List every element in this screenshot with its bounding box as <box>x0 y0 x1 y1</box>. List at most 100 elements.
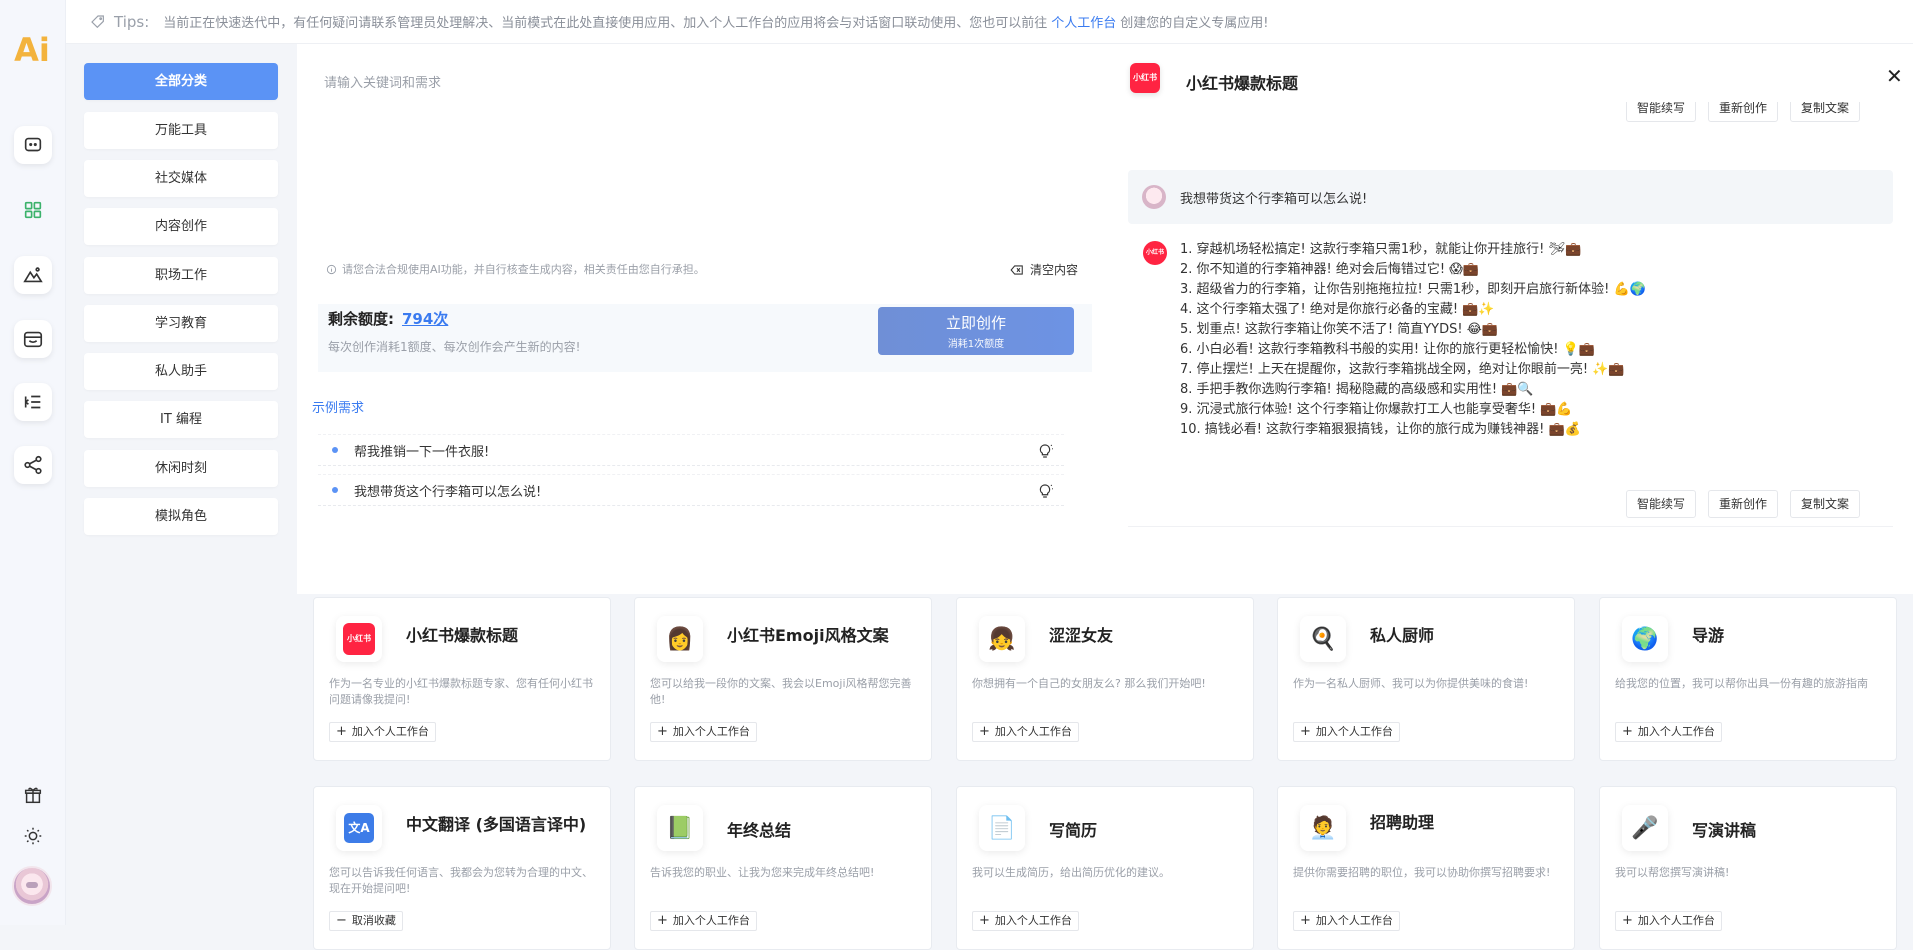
reply-line: 10. 搞钱必看! 这款行李箱狠狠搞钱，让你的旅行成为赚钱神器! 💼💰 <box>1180 422 1581 437</box>
reply-line: 5. 划重点! 这款行李箱让你笑不活了! 简直YYDS! 😂💼 <box>1180 322 1499 337</box>
add-to-workspace-button[interactable]: + 加入个人工作台 <box>1293 722 1400 742</box>
share-icon[interactable] <box>14 446 52 484</box>
app-card-title: 小红书爆款标题 <box>406 626 519 645</box>
previous-message-actions: 智能续写 重新创作 复制文案 <box>1626 102 1861 122</box>
add-to-workspace-button[interactable]: + 加入个人工作台 <box>1615 911 1722 931</box>
add-to-workspace-button[interactable]: + 加入个人工作台 <box>972 722 1079 742</box>
app-card-desc: 提供你需要招聘的职位，我可以协助你撰写招聘要求! <box>1293 866 1551 879</box>
left-rail: Ai <box>0 0 66 925</box>
assistant-avatar: 小红书 <box>1143 241 1167 265</box>
tips-text-after: 创建您的自定义专属应用! <box>1120 16 1269 31</box>
xiaohongshu-app-icon: 小红书 <box>1130 63 1160 93</box>
continue-writing-button-prev[interactable]: 智能续写 <box>1626 102 1697 122</box>
image-mountain-icon[interactable] <box>14 256 52 294</box>
assistant-reply: 1. 穿越机场轻松搞定! 这款行李箱只需1秒，就能让你开挂旅行! 🛩💼 2. 你… <box>1180 240 1646 440</box>
reply-line: 9. 沉浸式旅行体验! 这个行李箱让你爆款打工人也能享受奢华! 💼💪 <box>1180 402 1573 417</box>
chat-title: 小红书爆款标题 <box>1186 74 1299 93</box>
category-item[interactable]: 学习教育 <box>84 305 278 342</box>
app-card-desc: 作为一名专业的小红书爆款标题专家、您有任何小红书问题请像我提问! <box>329 677 593 706</box>
category-item[interactable]: IT 编程 <box>84 401 278 438</box>
reply-line: 6. 小白必看! 这款行李箱教科书般的实用! 让你的旅行更轻松愉快! 💡💼 <box>1180 342 1595 357</box>
user-avatar[interactable] <box>12 866 52 906</box>
continue-writing-button[interactable]: 智能续写 <box>1626 490 1697 518</box>
user-message-avatar <box>1142 185 1166 209</box>
app-card-desc: 你想拥有一个自己的女朋友么? 那么我们开始吧! <box>972 677 1206 690</box>
disclaimer: 请您合法合规使用AI功能，并自行核查生成内容，相关责任由您自行承担。 <box>326 261 705 277</box>
user-message: 我想带货这个行李箱可以怎么说! <box>1128 170 1893 224</box>
app-card-desc: 我可以生成简历，给出简历优化的建议。 <box>972 866 1170 879</box>
recruiter-icon: 🧑‍💼 <box>1300 805 1346 851</box>
app-card[interactable]: 🍳 私人厨师 作为一名私人厨师、我可以为你提供美味的食谱! + 加入个人工作台 <box>1277 597 1575 761</box>
globe-icon: 🌍 <box>1622 616 1668 662</box>
app-card-title: 中文翻译 (多国语言译中) <box>406 815 587 834</box>
app-card[interactable]: 📄 写简历 我可以生成简历，给出简历优化的建议。 + 加入个人工作台 <box>956 786 1254 950</box>
category-item[interactable]: 职场工作 <box>84 257 278 294</box>
user-message-text: 我想带货这个行李箱可以怎么说! <box>1180 192 1368 207</box>
quota-value[interactable]: 794次 <box>402 310 448 328</box>
app-card[interactable]: 🎤 写演讲稿 我可以帮您撰写演讲稿! + 加入个人工作台 <box>1599 786 1897 950</box>
add-to-workspace-button[interactable]: + 加入个人工作台 <box>650 911 757 931</box>
app-card-title: 招聘助理 <box>1370 813 1435 832</box>
category-item[interactable]: 内容创作 <box>84 208 278 245</box>
year-summary-icon: 📗 <box>657 805 703 851</box>
chat-icon[interactable] <box>14 126 52 164</box>
app-card-desc: 作为一名私人厨师、我可以为你提供美味的食谱! <box>1293 677 1529 690</box>
lightbulb-icon[interactable] <box>1036 482 1054 500</box>
wallet-icon[interactable] <box>14 320 52 358</box>
remove-favorite-button[interactable]: − 取消收藏 <box>329 911 403 931</box>
category-item[interactable]: 休闲时刻 <box>84 450 278 487</box>
xiaohongshu-icon: 小红书 <box>336 616 382 662</box>
add-to-workspace-button[interactable]: + 加入个人工作台 <box>1293 911 1400 931</box>
app-card-title: 涩涩女友 <box>1049 626 1114 645</box>
tips-bar: Tips: 当前正在快速迭代中，有任何疑问请联系管理员处理解决、当前模式在此处直… <box>66 0 1913 44</box>
app-card[interactable]: 👩 小红书Emoji风格文案 您可以给我一段你的文案、我会以Emoji风格帮您完… <box>634 597 932 761</box>
app-card-title: 私人厨师 <box>1370 626 1435 645</box>
reply-line: 7. 停止摆烂! 上天在提醒你，这款行李箱挑战全网，绝对让你眼前一亮! ✨💼 <box>1180 362 1625 377</box>
close-icon[interactable]: ✕ <box>1886 66 1903 86</box>
category-item[interactable]: 社交媒体 <box>84 160 278 197</box>
prompt-input[interactable]: 请输入关键词和需求 <box>324 72 441 91</box>
category-item[interactable]: 万能工具 <box>84 112 278 149</box>
copy-text-button-prev[interactable]: 复制文案 <box>1790 102 1861 122</box>
app-card-desc: 告诉我您的职业、让我为您来完成年终总结吧! <box>650 866 875 879</box>
app-card-title: 写简历 <box>1049 821 1098 840</box>
add-to-workspace-button[interactable]: + 加入个人工作台 <box>329 722 436 742</box>
divider <box>1128 526 1893 527</box>
app-card[interactable]: 🧑‍💼 招聘助理 提供你需要招聘的职位，我可以协助你撰写招聘要求! + 加入个人工… <box>1277 786 1575 950</box>
list-indent-icon[interactable] <box>14 383 52 421</box>
personal-workspace-link[interactable]: 个人工作台 <box>1051 12 1116 31</box>
chef-icon: 🍳 <box>1300 616 1346 662</box>
add-to-workspace-button[interactable]: + 加入个人工作台 <box>972 911 1079 931</box>
gift-icon[interactable] <box>14 776 52 814</box>
theme-sun-icon[interactable] <box>14 817 52 855</box>
reply-line: 4. 这个行李箱太强了! 绝对是你旅行必备的宝藏! 💼✨ <box>1180 302 1495 317</box>
app-card[interactable]: 🌍 导游 给我您的位置，我可以帮你出具一份有趣的旅游指南 + 加入个人工作台 <box>1599 597 1897 761</box>
add-to-workspace-button[interactable]: + 加入个人工作台 <box>1615 722 1722 742</box>
regenerate-button[interactable]: 重新创作 <box>1708 490 1779 518</box>
category-item[interactable]: 模拟角色 <box>84 498 278 535</box>
lightbulb-icon[interactable] <box>1036 442 1054 460</box>
tips-text: 当前正在快速迭代中，有任何疑问请联系管理员处理解决、当前模式在此处直接使用应用、… <box>163 16 1048 31</box>
backspace-icon <box>1010 264 1023 275</box>
quota-note: 每次创作消耗1额度、每次创作会产生新的内容! <box>328 340 581 354</box>
app-card-title: 小红书Emoji风格文案 <box>727 626 889 645</box>
tag-icon <box>91 14 104 28</box>
copy-text-button[interactable]: 复制文案 <box>1790 490 1861 518</box>
example-item[interactable]: 我想带货这个行李箱可以怎么说! <box>318 474 1064 506</box>
quota-label: 剩余额度: 794次 <box>328 310 449 328</box>
app-card[interactable]: 👧 涩涩女友 你想拥有一个自己的女朋友么? 那么我们开始吧! + 加入个人工作台 <box>956 597 1254 761</box>
regenerate-button-prev[interactable]: 重新创作 <box>1708 102 1779 122</box>
app-card[interactable]: 文A 中文翻译 (多国语言译中) 您可以告诉我任何语言、我都会为您转为合理的中文… <box>313 786 611 950</box>
clear-content-button[interactable]: 清空内容 <box>1010 261 1078 278</box>
app-card-desc: 您可以给我一段你的文案、我会以Emoji风格帮您完善他! <box>650 677 912 706</box>
example-item[interactable]: 帮我推销一下一件衣服! <box>318 434 1064 466</box>
app-card-title: 导游 <box>1692 626 1725 645</box>
app-logo[interactable]: Ai <box>12 30 52 70</box>
app-card[interactable]: 📗 年终总结 告诉我您的职业、让我为您来完成年终总结吧! + 加入个人工作台 <box>634 786 932 950</box>
app-card[interactable]: 小红书 小红书爆款标题 作为一名专业的小红书爆款标题专家、您有任何小红书问题请像… <box>313 597 611 761</box>
create-now-button[interactable]: 立即创作 消耗1次额度 <box>878 307 1074 355</box>
category-all[interactable]: 全部分类 <box>84 63 278 100</box>
add-to-workspace-button[interactable]: + 加入个人工作台 <box>650 722 757 742</box>
apps-grid-icon[interactable] <box>14 191 52 229</box>
category-item[interactable]: 私人助手 <box>84 353 278 390</box>
